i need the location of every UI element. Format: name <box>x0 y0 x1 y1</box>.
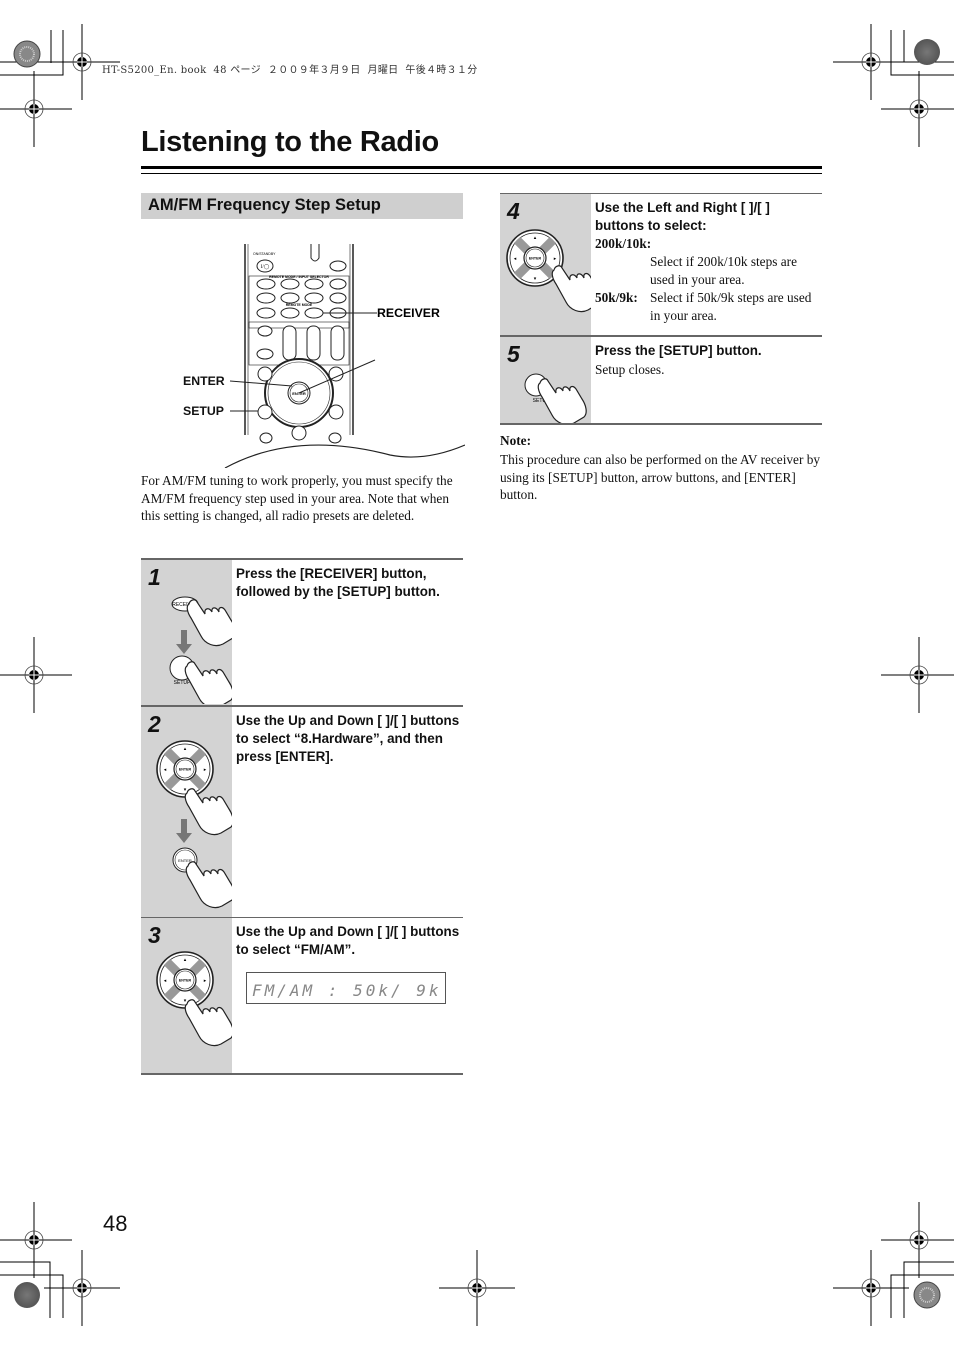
title-rule <box>141 166 822 169</box>
step-2: 2 ENTER Use the Up and Down [ ]/[ ] butt… <box>141 705 463 918</box>
press-setup-illustration: SETUP <box>524 373 587 425</box>
step-5: 5 SETUP Press the [SETUP] button. Setup … <box>500 335 822 425</box>
note-body: This procedure can also be performed on … <box>500 452 820 502</box>
step-illustration-panel: 4 <box>500 194 591 335</box>
option-50k-9k: 50k/9k: Select if 50k/9k steps are used … <box>595 289 821 325</box>
svg-text:I/◯: I/◯ <box>261 264 270 270</box>
remote-control-figure: ON/STANDBY I/◯ REMOTE MODE / INPUT SELEC… <box>224 244 465 468</box>
page-number: 48 <box>103 1211 128 1236</box>
step-number: 5 <box>507 341 520 367</box>
svg-text:SETUP: SETUP <box>174 680 191 686</box>
page-title: Listening to the Radio <box>141 126 439 158</box>
step-illustration-panel: 3 <box>141 918 232 1074</box>
step-illustration-panel: 1 RECEIVER SETUP <box>141 560 232 706</box>
note-title: Note: <box>500 433 532 448</box>
press-down-illustration <box>141 942 232 1047</box>
section-heading: AM/FM Frequency Step Setup <box>148 196 381 214</box>
print-header: HT-S5200_En. book 48 ページ ２００９年３月９日 月曜日 午… <box>102 65 478 76</box>
section-heading-box: AM/FM Frequency Step Setup <box>141 193 463 219</box>
svg-text:REMOTE MODE / INPUT SELECTOR: REMOTE MODE / INPUT SELECTOR <box>269 275 329 279</box>
step-illustration-panel: 5 SETUP <box>500 337 591 425</box>
press-right-illustration <box>500 218 591 313</box>
title-rule-thin <box>141 173 822 174</box>
press-receiver-setup-illustration: RECEIVER SETUP <box>169 596 232 704</box>
svg-text:ENTER: ENTER <box>292 391 306 396</box>
svg-text:REMOTE MODE: REMOTE MODE <box>286 303 313 307</box>
step-instruction: Press the [SETUP] button. <box>595 343 762 358</box>
steps-bottom-rule <box>141 1073 463 1075</box>
press-down-enter-illustration: ENTER <box>141 731 232 909</box>
option-term: 200k/10k: <box>595 236 652 251</box>
callout-enter: ENTER <box>183 374 225 388</box>
callout-receiver: RECEIVER <box>377 306 440 320</box>
option-200k-10k: 200k/10k: Select if 200k/10k steps are u… <box>595 235 821 289</box>
step-1: 1 RECEIVER SETUP Press the [RECEIVER] bu… <box>141 558 463 706</box>
option-term: 50k/9k: <box>595 290 638 305</box>
option-desc: Select if 200k/10k steps are used in you… <box>650 254 797 287</box>
intro-paragraph: For AM/FM tuning to work properly, you m… <box>141 473 453 524</box>
step-result: Setup closes. <box>595 362 665 377</box>
display-readout: FM/AM : 50k/ 9k <box>246 972 446 1004</box>
callout-setup: SETUP <box>183 404 224 418</box>
steps-bottom-rule <box>500 423 822 425</box>
step-instruction: Use the Left and Right [ ]/[ ] buttons t… <box>595 200 770 233</box>
step-illustration-panel: 2 ENTER <box>141 707 232 918</box>
step-instruction: Use the Up and Down [ ]/[ ] buttons to s… <box>236 924 460 957</box>
step-4: 4 Use the Left and Right [ ]/[ ] buttons… <box>500 193 822 335</box>
step-instruction: Press the [RECEIVER] button, followed by… <box>236 566 440 599</box>
display-text: FM/AM : 50k/ 9k <box>252 981 442 1000</box>
step-instruction: Use the Up and Down [ ]/[ ] buttons to s… <box>236 713 460 764</box>
svg-text:ON/STANDBY: ON/STANDBY <box>253 252 276 256</box>
